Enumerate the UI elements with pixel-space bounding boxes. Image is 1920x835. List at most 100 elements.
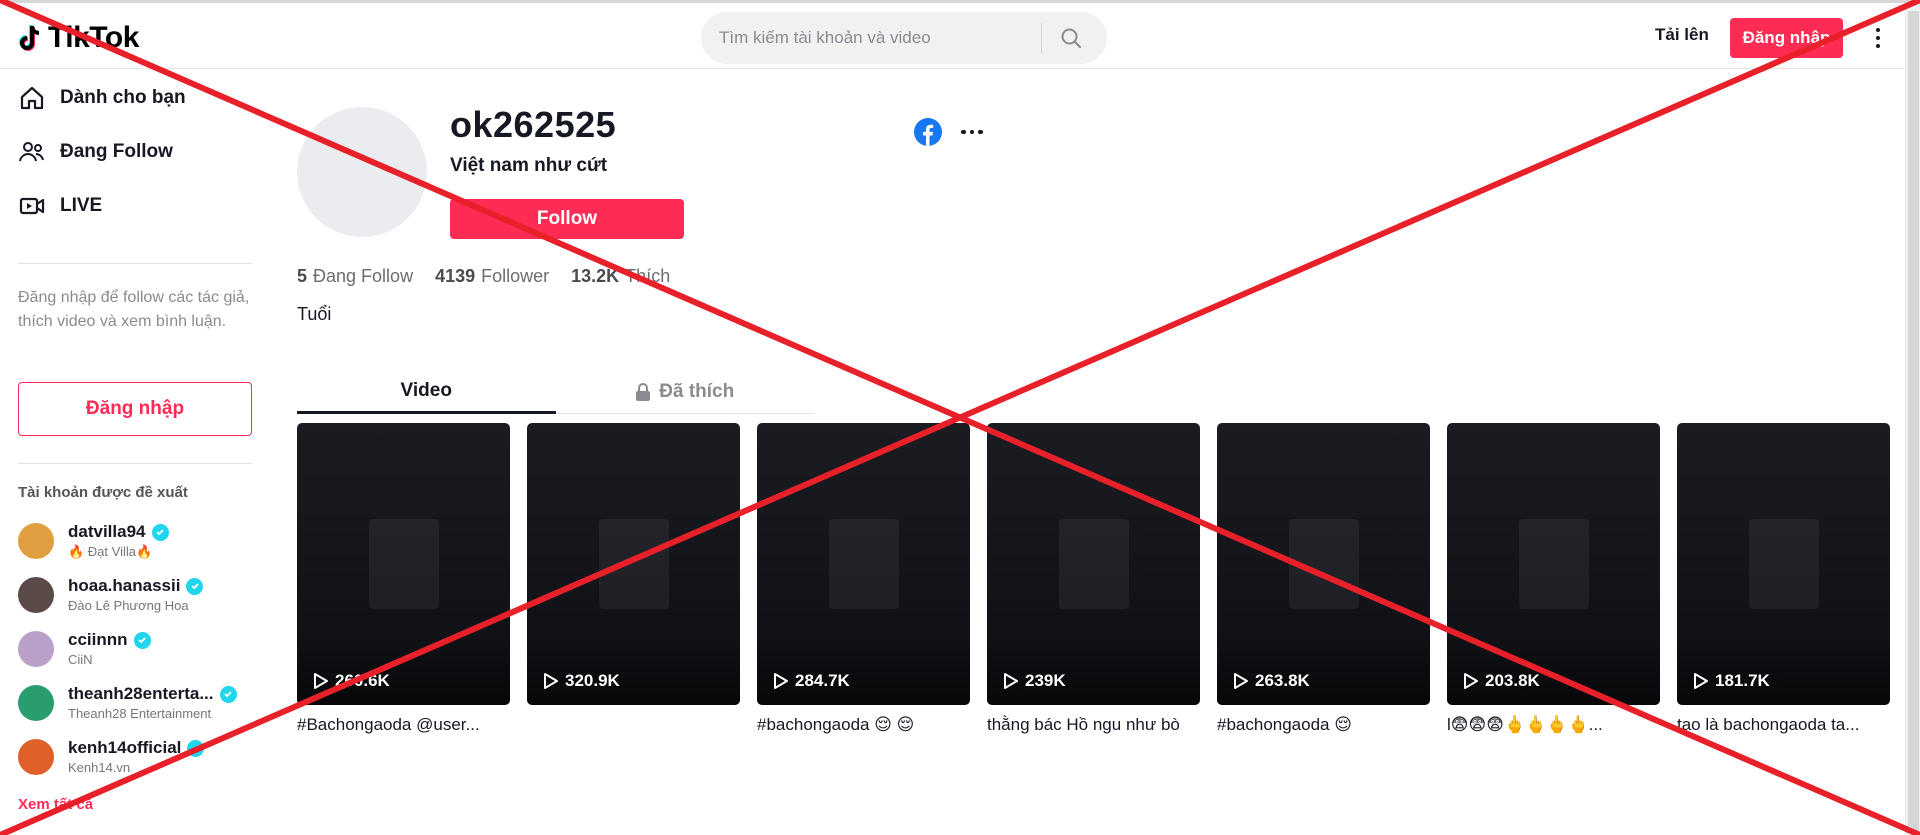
video-thumbnail[interactable]: 263.8K: [1217, 423, 1430, 705]
users-icon: [19, 142, 44, 162]
scrollbar-thumb[interactable]: [1908, 11, 1919, 831]
account-display-name: Theanh28 Entertainment: [68, 706, 212, 721]
sidebar-item-label: LIVE: [60, 195, 103, 216]
sidebar-item-label: Dành cho bạn: [60, 87, 186, 108]
logo-text: TikTok: [48, 21, 139, 54]
facebook-share-icon[interactable]: [914, 118, 942, 146]
video-caption: #bachongaoda 😌: [1217, 715, 1352, 734]
video-caption: l😨😨😨🖕🖕🖕🖕...: [1447, 715, 1603, 734]
thumbnail-shade: [757, 635, 970, 705]
sidebar-item-following[interactable]: Đang Follow: [18, 138, 173, 166]
video-thumbnail[interactable]: 284.7K: [757, 423, 970, 705]
account-username-row: cciinnn: [68, 630, 151, 650]
suggested-account[interactable]: cciinnn CiiN: [18, 630, 151, 667]
suggested-account[interactable]: theanh28enterta... Theanh28 Entertainment: [18, 684, 237, 721]
sidebar-item-label: Đang Follow: [60, 141, 173, 162]
account-username-row: theanh28enterta...: [68, 684, 237, 704]
search-icon: [1061, 28, 1081, 48]
sidebar-item-live[interactable]: LIVE: [18, 192, 102, 220]
top-header: TikTok Tải lên Đăng nhập: [0, 3, 1905, 69]
account-text: kenh14official Kenh14.vn: [68, 738, 205, 775]
video-caption: [527, 715, 740, 737]
more-options-icon[interactable]: [1868, 23, 1888, 53]
tiktok-logo[interactable]: TikTok: [18, 21, 139, 55]
view-count: 181.7K: [1693, 671, 1770, 691]
play-icon: [1234, 673, 1248, 689]
see-all-link[interactable]: Xem tất cả: [18, 796, 93, 813]
home-icon: [20, 86, 44, 110]
video-caption: tao là bachongaoda ta...: [1677, 715, 1860, 734]
video-thumbnail[interactable]: 181.7K: [1677, 423, 1890, 705]
thumbnail-shade: [1677, 635, 1890, 705]
video-thumbnail[interactable]: 320.9K: [527, 423, 740, 705]
video-card[interactable]: 203.8K l😨😨😨🖕🖕🖕🖕...: [1447, 423, 1660, 737]
video-card[interactable]: 284.7K #bachongaoda 😌 😌: [757, 423, 970, 737]
follower-count[interactable]: 4139 Follower: [435, 266, 549, 287]
profile-username: ok262525: [450, 104, 617, 145]
following-count[interactable]: 5 Đang Follow: [297, 266, 413, 287]
thumbnail-shade: [297, 635, 510, 705]
page-scrollbar[interactable]: [1905, 3, 1920, 835]
thumbnail-shade: [1217, 635, 1430, 705]
play-icon: [1694, 673, 1708, 689]
suggested-account[interactable]: datvilla94 🔥 Đạt Villa🔥: [18, 522, 169, 560]
account-username-row: datvilla94: [68, 522, 169, 542]
video-card[interactable]: 263.8K #bachongaoda 😌: [1217, 423, 1430, 737]
thumbnail-shade: [1447, 635, 1660, 705]
account-username: kenh14official: [68, 738, 182, 757]
profile-nickname: Việt nam như cứt: [450, 155, 608, 176]
follow-button[interactable]: Follow: [450, 199, 684, 239]
account-username-row: hoaa.hanassii: [68, 576, 204, 596]
video-caption: #Bachongaoda @user...: [297, 715, 480, 734]
avatar: [18, 630, 54, 667]
avatar: [18, 738, 54, 775]
lock-icon: [636, 382, 651, 401]
thumbnail-shade: [987, 635, 1200, 705]
tab-liked[interactable]: Đã thích: [556, 370, 815, 413]
video-grid: 260.6K #Bachongaoda @user... 320.9K 284.7K #…: [297, 423, 1890, 737]
profile-stats: 5 Đang Follow 4139 Follower 13.2K Thích: [297, 266, 670, 287]
upload-link[interactable]: Tải lên: [1655, 25, 1709, 45]
likes-count: 13.2K Thích: [571, 266, 671, 286]
video-card[interactable]: 181.7K tao là bachongaoda ta...: [1677, 423, 1890, 737]
search-input[interactable]: [701, 28, 1041, 48]
account-text: datvilla94 🔥 Đạt Villa🔥: [68, 522, 169, 560]
video-card[interactable]: 320.9K: [527, 423, 740, 737]
profile-avatar: [297, 107, 427, 237]
verified-badge-icon: [151, 523, 169, 541]
view-count: 260.6K: [313, 671, 390, 691]
profile-bio: Tuổi: [297, 304, 332, 324]
tab-videos[interactable]: Video: [297, 370, 556, 414]
verified-badge-icon: [187, 739, 205, 757]
view-count: 263.8K: [1233, 671, 1310, 691]
account-username: datvilla94: [68, 522, 146, 541]
video-card[interactable]: 239K thằng bác Hồ ngu như bò: [987, 423, 1200, 737]
profile-tabs: Video Đã thích: [297, 370, 814, 414]
suggested-account[interactable]: hoaa.hanassii Đào Lê Phương Hoa: [18, 576, 204, 613]
account-username: hoaa.hanassii: [68, 576, 181, 595]
account-username: theanh28enterta...: [68, 684, 214, 703]
thumbnail-shade: [527, 635, 740, 705]
avatar: [18, 523, 54, 559]
account-display-name: 🔥 Đạt Villa🔥: [68, 544, 153, 559]
video-thumbnail[interactable]: 260.6K: [297, 423, 510, 705]
video-thumbnail[interactable]: 203.8K: [1447, 423, 1660, 705]
suggested-account[interactable]: kenh14official Kenh14.vn: [18, 738, 205, 775]
search-bar: [701, 12, 1107, 64]
verified-badge-icon: [133, 631, 151, 649]
account-text: theanh28enterta... Theanh28 Entertainment: [68, 684, 237, 721]
video-card[interactable]: 260.6K #Bachongaoda @user...: [297, 423, 510, 737]
verified-badge-icon: [186, 577, 204, 595]
account-display-name: CiiN: [68, 652, 93, 667]
tiktok-note-icon: [19, 25, 40, 51]
sidebar-login-button[interactable]: Đăng nhập: [18, 382, 252, 436]
more-actions-icon[interactable]: [959, 122, 985, 142]
video-thumbnail[interactable]: 239K: [987, 423, 1200, 705]
view-count: 284.7K: [773, 671, 850, 691]
search-button[interactable]: [1042, 12, 1100, 64]
account-display-name: Kenh14.vn: [68, 760, 131, 775]
header-login-button[interactable]: Đăng nhập: [1730, 18, 1843, 58]
account-text: hoaa.hanassii Đào Lê Phương Hoa: [68, 576, 204, 613]
account-display-name: Đào Lê Phương Hoa: [68, 598, 189, 613]
sidebar-item-for-you[interactable]: Dành cho bạn: [18, 84, 186, 112]
